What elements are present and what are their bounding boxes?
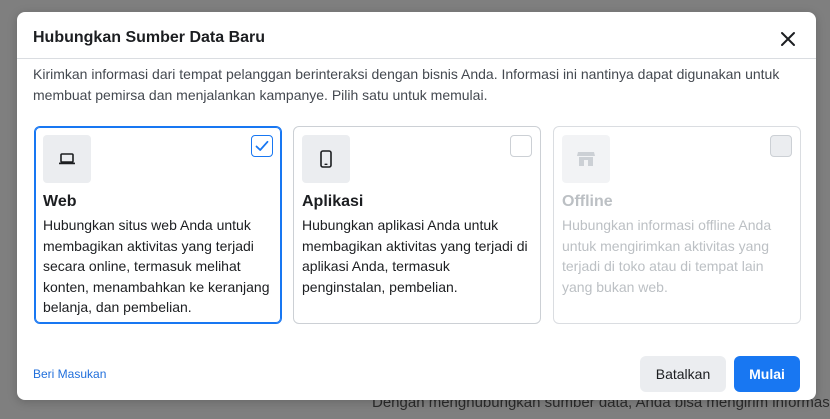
option-description-app: Hubungkan aplikasi Anda untuk membagikan… xyxy=(302,217,528,295)
checkmark-icon xyxy=(255,140,269,151)
option-checkbox-app[interactable] xyxy=(510,135,532,157)
option-card-app[interactable]: Aplikasi Hubungkan aplikasi Anda untuk m… xyxy=(293,126,541,324)
close-icon xyxy=(781,32,795,46)
option-card-web[interactable]: Web Hubungkan situs web Anda untuk memba… xyxy=(34,126,282,324)
start-button[interactable]: Mulai xyxy=(734,356,800,392)
option-title-app: Aplikasi xyxy=(302,193,364,210)
option-description-offline: Hubungkan informasi offline Anda untuk m… xyxy=(562,217,772,295)
option-title-web: Web xyxy=(43,193,77,210)
option-checkbox-offline xyxy=(770,135,792,157)
option-card-offline: Offline Hubungkan informasi offline Anda… xyxy=(553,126,801,324)
option-icon-container xyxy=(43,135,91,183)
connect-data-source-dialog: Hubungkan Sumber Data Baru Kirimkan info… xyxy=(17,12,816,400)
laptop-icon xyxy=(59,153,75,165)
option-icon-container xyxy=(302,135,350,183)
close-button[interactable] xyxy=(777,28,799,50)
option-title-offline: Offline xyxy=(562,193,613,210)
dialog-description: Kirimkan informasi dari tempat pelanggan… xyxy=(33,66,780,103)
dialog-title: Hubungkan Sumber Data Baru xyxy=(33,29,266,46)
header-divider xyxy=(17,58,816,59)
option-icon-container xyxy=(562,135,610,183)
feedback-link[interactable]: Beri Masukan xyxy=(33,367,106,381)
mobile-phone-icon xyxy=(320,150,332,168)
cancel-button[interactable]: Batalkan xyxy=(640,356,726,392)
option-description-web: Hubungkan situs web Anda untuk membagika… xyxy=(43,217,270,315)
option-checkbox-web[interactable] xyxy=(251,135,273,157)
store-icon xyxy=(577,152,595,166)
